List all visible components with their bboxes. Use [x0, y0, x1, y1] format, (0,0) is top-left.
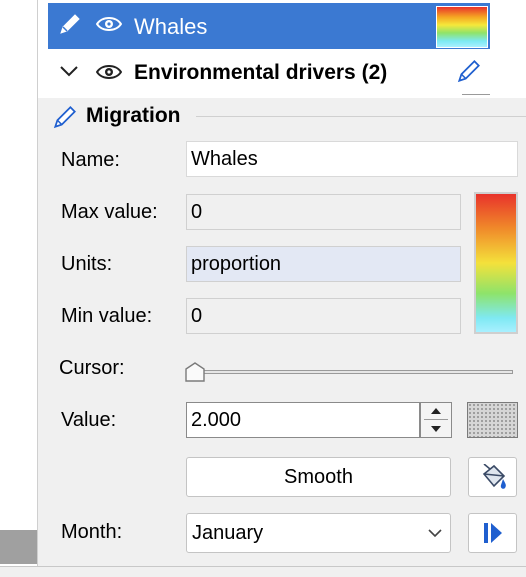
month-label: Month:	[61, 521, 123, 543]
spin-up-icon[interactable]	[420, 402, 452, 420]
left-gutter	[0, 0, 38, 566]
group-divider	[196, 116, 526, 117]
cursor-label: Cursor:	[59, 357, 125, 379]
min-value-field: 0	[186, 298, 461, 334]
pattern-swatch[interactable]	[467, 402, 518, 438]
pencil-icon	[53, 106, 76, 129]
max-value-field: 0	[186, 194, 461, 230]
month-selected-value: January	[192, 522, 264, 544]
tree-group-label: Environmental drivers (2)	[134, 61, 388, 84]
bottom-border	[0, 566, 526, 577]
pencil-icon[interactable]	[58, 12, 82, 36]
name-label: Name:	[61, 149, 120, 171]
paint-bucket-icon	[482, 464, 506, 489]
pencil-icon[interactable]	[456, 58, 482, 84]
units-label: Units:	[61, 253, 113, 275]
value-spinbox[interactable]: 2.000	[186, 402, 420, 438]
layer-color-gradient[interactable]	[436, 6, 488, 48]
max-value-label: Max value:	[61, 201, 158, 223]
tree-item-label: Whales	[134, 14, 208, 39]
eye-icon[interactable]	[96, 14, 122, 34]
eye-icon[interactable]	[96, 62, 122, 82]
chevron-down-icon	[428, 529, 442, 538]
spin-down-icon[interactable]	[420, 420, 452, 438]
min-value-label: Min value:	[61, 305, 153, 327]
value-label: Value:	[61, 409, 117, 431]
color-scale-bar	[474, 192, 518, 334]
cursor-slider-track[interactable]	[186, 370, 513, 374]
play-step-icon	[484, 523, 502, 543]
tree-divider	[462, 94, 490, 98]
chevron-down-icon[interactable]	[58, 60, 80, 82]
smooth-button[interactable]: Smooth	[186, 457, 451, 497]
units-field[interactable]: proportion	[186, 246, 461, 282]
cursor-slider-thumb[interactable]	[184, 361, 206, 383]
name-field[interactable]: Whales	[186, 141, 518, 177]
group-title: Migration	[86, 104, 181, 127]
gutter-scroll-block[interactable]	[0, 530, 37, 564]
